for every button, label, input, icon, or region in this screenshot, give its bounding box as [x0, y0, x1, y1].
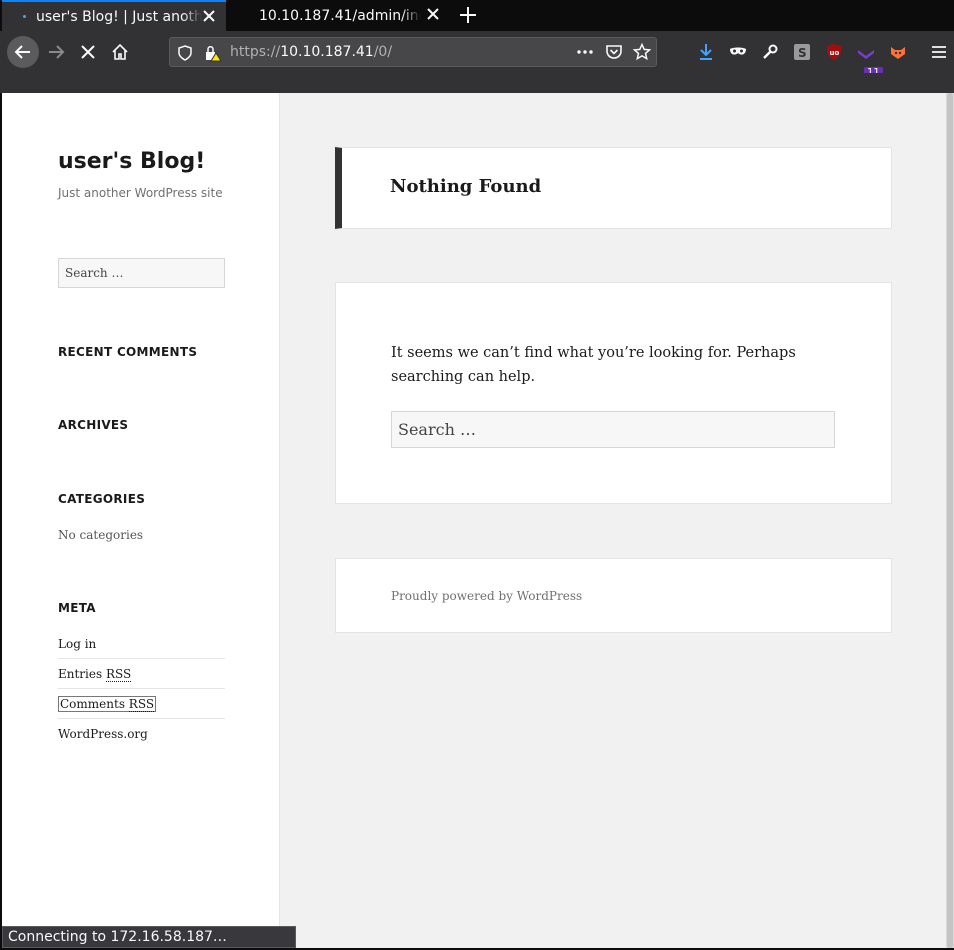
page-scrollbar[interactable]: [946, 93, 954, 948]
rss-abbr: RSS: [128, 697, 155, 712]
page-title: Nothing Found: [390, 176, 542, 197]
toolbar-spacer: [0, 73, 954, 93]
tab-strip: user's Blog! | Just another WordPress si…: [0, 0, 954, 31]
developer-tools-button[interactable]: [760, 42, 780, 62]
loading-dot-icon: [23, 15, 26, 18]
close-icon[interactable]: [202, 9, 216, 23]
mask-icon: [730, 47, 746, 55]
meta-item-login[interactable]: Log in: [58, 629, 225, 659]
meta-link-label: WordPress.org: [58, 727, 148, 741]
meta-link-label: Entries: [58, 667, 106, 681]
foxy-extension-button[interactable]: [888, 42, 908, 62]
url-host: 10.10.187.41: [280, 44, 374, 60]
star-icon[interactable]: [633, 43, 651, 61]
downloads-button[interactable]: [696, 42, 716, 62]
meta-item-entries-rss[interactable]: Entries RSS: [58, 659, 225, 689]
site-title[interactable]: user's Blog!: [58, 149, 205, 174]
page-header-card: Nothing Found: [335, 147, 892, 229]
main-search-input[interactable]: Search …: [391, 411, 835, 448]
categories-text: No categories: [58, 528, 144, 542]
insecure-lock-icon[interactable]: [204, 44, 222, 62]
ublock-button[interactable]: uo: [824, 42, 844, 62]
stop-button[interactable]: [72, 36, 104, 68]
url-bar[interactable]: https://10.10.187.41/0/: [169, 37, 657, 67]
pocket-icon[interactable]: [605, 43, 623, 61]
meta-item-wordpress-org[interactable]: WordPress.org: [58, 719, 225, 749]
scrollbar-thumb[interactable]: [947, 93, 953, 948]
meta-list: Log in Entries RSS Comments RSS WordPres…: [58, 629, 225, 749]
arrow-right-icon: [49, 45, 65, 59]
tab-title: user's Blog! | Just another WordPress si…: [36, 8, 202, 25]
no-results-card: It seems we can’t find what you’re looki…: [335, 282, 892, 504]
plus-icon[interactable]: [458, 5, 478, 25]
meta-link-label: Log in: [58, 637, 97, 651]
tab-blog[interactable]: user's Blog! | Just another WordPress si…: [2, 0, 226, 31]
url-path: /0/: [373, 44, 393, 60]
hamburger-menu-icon: [932, 46, 946, 58]
svg-text:S: S: [798, 46, 807, 60]
more-actions-icon[interactable]: [576, 46, 594, 58]
url-text[interactable]: https://10.10.187.41/0/: [230, 44, 392, 60]
stop-icon: [81, 45, 95, 59]
arrow-left-icon: [14, 45, 30, 59]
back-button[interactable]: [7, 36, 39, 68]
fox-icon: [891, 47, 905, 59]
rss-abbr: RSS: [105, 667, 132, 682]
home-button[interactable]: [104, 36, 136, 68]
tab-admin[interactable]: 10.10.187.41/admin/index.php: [226, 0, 450, 31]
ublock-shield-icon: uo: [827, 44, 841, 60]
tab-title: 10.10.187.41/admin/index.php: [259, 7, 421, 24]
sidebar-search-input[interactable]: Search …: [58, 258, 225, 288]
focus-outline: Comments RSS: [58, 696, 157, 712]
extension-s-button[interactable]: S: [792, 42, 812, 62]
wrench-icon: [763, 44, 778, 59]
home-icon: [112, 43, 128, 60]
navigation-toolbar: https://10.10.187.41/0/ S uo 11: [0, 31, 954, 79]
site-description: Just another WordPress site: [58, 186, 223, 200]
meta-item-comments-rss[interactable]: Comments RSS: [58, 689, 225, 719]
meta-link-label: Comments: [60, 697, 129, 711]
recent-comments-heading: RECENT COMMENTS: [58, 345, 198, 359]
sidebar: user's Blog! Just another WordPress site…: [2, 93, 280, 948]
url-scheme: https://: [230, 44, 281, 60]
extension-purple-button[interactable]: [856, 42, 876, 62]
s-extension-icon: S: [794, 44, 810, 60]
private-mask-button[interactable]: [728, 42, 748, 62]
no-results-message: It seems we can’t find what you’re looki…: [391, 345, 796, 385]
menu-button[interactable]: [929, 42, 949, 62]
shield-icon[interactable]: [178, 45, 192, 61]
site-footer: Proudly powered by WordPress: [335, 558, 892, 633]
svg-text:uo: uo: [830, 49, 840, 57]
download-icon: [700, 44, 712, 60]
purple-extension-icon: [858, 50, 874, 59]
footer-credit-link[interactable]: Proudly powered by WordPress: [391, 589, 582, 603]
meta-heading: META: [58, 601, 96, 615]
status-bar: Connecting to 172.16.58.187…: [2, 926, 296, 948]
forward-button[interactable]: [40, 36, 72, 68]
archives-heading: ARCHIVES: [58, 418, 129, 432]
close-icon[interactable]: [426, 7, 440, 21]
categories-heading: CATEGORIES: [58, 492, 146, 506]
web-page: user's Blog! Just another WordPress site…: [2, 93, 946, 948]
